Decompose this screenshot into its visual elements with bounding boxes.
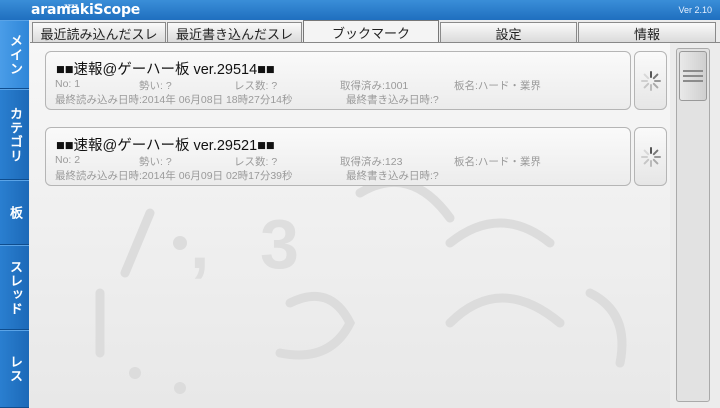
thread-res-count: レス数: ?: [234, 156, 278, 168]
side-tab-res-label: レス: [7, 355, 22, 383]
thread-no: No: 2: [55, 154, 81, 166]
refresh-button-1[interactable]: [634, 51, 667, 110]
side-tab-main[interactable]: メイン: [0, 20, 29, 89]
app-logo: zzzz aramakiScope: [31, 1, 140, 19]
thread-last-read: 最終読み込み日時:2014年 06月08日 18時27分14秒: [55, 94, 293, 106]
bookmark-item-1[interactable]: ■■速報@ゲーハー板 ver.29514■■ No: 1 勢い: ? レス数: …: [45, 51, 631, 110]
scrollbar[interactable]: [676, 48, 710, 402]
logo-text: aramakiScope: [31, 2, 141, 18]
thread-board: 板名:ハード・業界: [454, 80, 541, 92]
scrollbar-thumb[interactable]: [679, 51, 707, 101]
thread-no: No: 1: [55, 78, 81, 90]
thread-acquired: 取得済み:1001: [340, 80, 409, 92]
side-tab-category[interactable]: カテゴリ: [0, 89, 29, 180]
spinner-icon: [640, 70, 661, 91]
top-tabs: 最近読み込んだスレ 最近書き込んだスレ ブックマーク 設定 情報: [30, 20, 720, 44]
version-label: Ver 2.10: [678, 5, 712, 15]
logo-small-text: zzzz: [64, 3, 78, 10]
title-bar: zzzz aramakiScope Ver 2.10: [0, 0, 720, 20]
svg-text:3: 3: [260, 205, 299, 283]
thread-res-count: レス数: ?: [234, 80, 278, 92]
tab-recent-written[interactable]: 最近書き込んだスレ: [167, 22, 302, 43]
refresh-button-2[interactable]: [634, 127, 667, 186]
thread-title: ■■速報@ゲーハー板 ver.29514■■: [56, 62, 275, 78]
side-tab-res[interactable]: レス: [0, 330, 29, 408]
side-tab-thread[interactable]: スレッド: [0, 245, 29, 330]
side-tab-thread-label: スレッド: [7, 259, 22, 316]
thread-title: ■■速報@ゲーハー板 ver.29521■■: [56, 138, 275, 154]
thread-momentum: 勢い: ?: [139, 80, 172, 92]
side-tab-main-label: メイン: [7, 33, 22, 76]
side-nav: メイン カテゴリ 板 スレッド レス: [0, 20, 29, 408]
grip-icon: [683, 80, 703, 82]
bookmark-list: 3 , ■■速報@ゲーハー板 ver.29514■■ No: 1 勢い: ? レ…: [30, 43, 670, 408]
grip-icon: [683, 70, 703, 72]
thread-last-write: 最終書き込み日時:?: [346, 170, 439, 182]
side-tab-board[interactable]: 板: [0, 180, 29, 245]
tab-recent-read[interactable]: 最近読み込んだスレ: [32, 22, 166, 43]
tab-settings[interactable]: 設定: [440, 22, 577, 43]
svg-text:,: ,: [190, 205, 209, 283]
spinner-icon: [640, 146, 661, 167]
thread-board: 板名:ハード・業界: [454, 156, 541, 168]
tab-info[interactable]: 情報: [578, 22, 716, 43]
thread-last-write: 最終書き込み日時:?: [346, 94, 439, 106]
thread-momentum: 勢い: ?: [139, 156, 172, 168]
thread-last-read: 最終読み込み日時:2014年 06月09日 02時17分39秒: [55, 170, 293, 182]
thread-acquired: 取得済み:123: [340, 156, 403, 168]
grip-icon: [683, 75, 703, 77]
tab-bookmark[interactable]: ブックマーク: [303, 20, 439, 44]
side-tab-category-label: カテゴリ: [7, 106, 22, 163]
side-tab-board-label: 板: [7, 205, 22, 220]
bookmark-item-2[interactable]: ■■速報@ゲーハー板 ver.29521■■ No: 2 勢い: ? レス数: …: [45, 127, 631, 186]
